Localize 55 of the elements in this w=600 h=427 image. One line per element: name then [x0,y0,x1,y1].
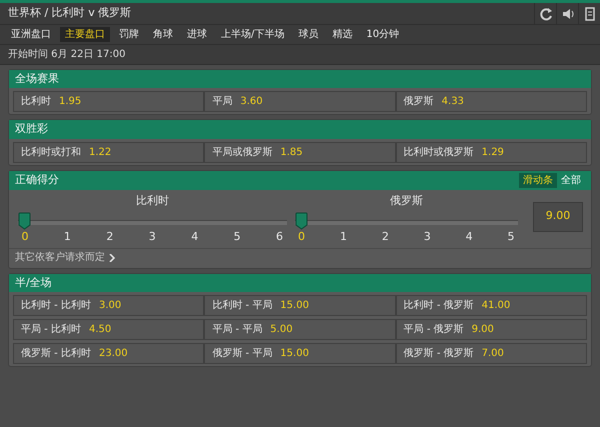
view-toggle[interactable]: 全部 [557,172,585,188]
market-tab[interactable]: 角球 [148,27,178,42]
market-tab[interactable]: 10分钟 [361,27,404,42]
odds-cell[interactable]: 俄罗斯 4.33 [396,91,587,112]
tick-label[interactable]: 4 [462,230,476,244]
view-toggle[interactable]: 滑动条 [519,172,557,188]
refresh-icon[interactable] [538,6,552,20]
request-link[interactable]: 其它依客户请求而定 [15,251,105,264]
market-tab[interactable]: 精选 [327,27,358,42]
odds-cell[interactable]: 比利时或俄罗斯 1.29 [396,142,587,163]
tick-label[interactable]: 2 [102,230,117,244]
match-title: 世界杯 / 比利时 v 俄罗斯 [7,5,132,22]
market-title: 全场赛果 [15,72,60,86]
document-icon[interactable] [582,6,596,20]
odds-cell[interactable]: 比利时 1.95 [13,91,204,112]
slider-thumb[interactable] [18,212,31,230]
odds-cell[interactable]: 比利时 - 平局 15.00 [204,295,396,316]
odds-cell[interactable]: 平局 - 俄罗斯 9.00 [396,319,587,340]
tick-label[interactable]: 0 [18,230,32,244]
chevron-icon [109,254,115,262]
tick-label[interactable]: 5 [230,230,244,244]
tick-label[interactable]: 3 [420,230,434,244]
tick-label[interactable]: 3 [145,230,160,244]
tick-label[interactable]: 2 [378,230,392,244]
tick-label[interactable]: 1 [60,230,74,244]
tick-label[interactable]: 1 [336,230,350,244]
market-tab[interactable]: 进球 [182,27,212,42]
odds-cell[interactable]: 比利时或打和 1.22 [13,142,204,163]
tick-label[interactable]: 0 [294,230,309,244]
market-title: 正确得分 [15,172,60,188]
tick-label[interactable]: 4 [188,230,202,244]
market-tab[interactable]: 主要盘口 [60,27,110,42]
team-name: 俄罗斯 [390,194,423,207]
market-tab[interactable]: 球员 [293,27,324,42]
odds-cell[interactable]: 平局 - 比利时 4.50 [13,319,204,340]
odds-cell[interactable]: 俄罗斯 - 比利时 23.00 [13,343,204,364]
odds-cell[interactable]: 平局 3.60 [204,91,396,112]
start-time: 开始时间 6月 22日 17:00 [7,48,126,62]
market-tab[interactable]: 罚牌 [114,27,144,42]
market-title: 双胜彩 [15,122,49,137]
tick-label[interactable]: 5 [504,230,518,244]
odds-cell[interactable]: 平局或俄罗斯 1.85 [204,142,396,163]
odds-cell[interactable]: 俄罗斯 - 平局 15.00 [204,343,396,364]
price-display: 9.00 [533,202,583,232]
market-title: 半/全场 [15,276,53,290]
odds-cell[interactable]: 俄罗斯 - 俄罗斯 7.00 [396,343,587,364]
team-name: 比利时 [136,194,169,207]
market-tab[interactable]: 上半场/下半场 [216,27,290,42]
speaker-icon[interactable] [560,6,574,20]
market-tab[interactable]: 亚洲盘口 [6,27,56,42]
slider-thumb[interactable] [294,212,308,230]
odds-cell[interactable]: 比利时 - 俄罗斯 41.00 [396,295,587,316]
odds-cell[interactable]: 平局 - 平局 5.00 [204,319,396,340]
tick-label[interactable]: 6 [272,230,287,244]
odds-cell[interactable]: 比利时 - 比利时 3.00 [13,295,204,316]
